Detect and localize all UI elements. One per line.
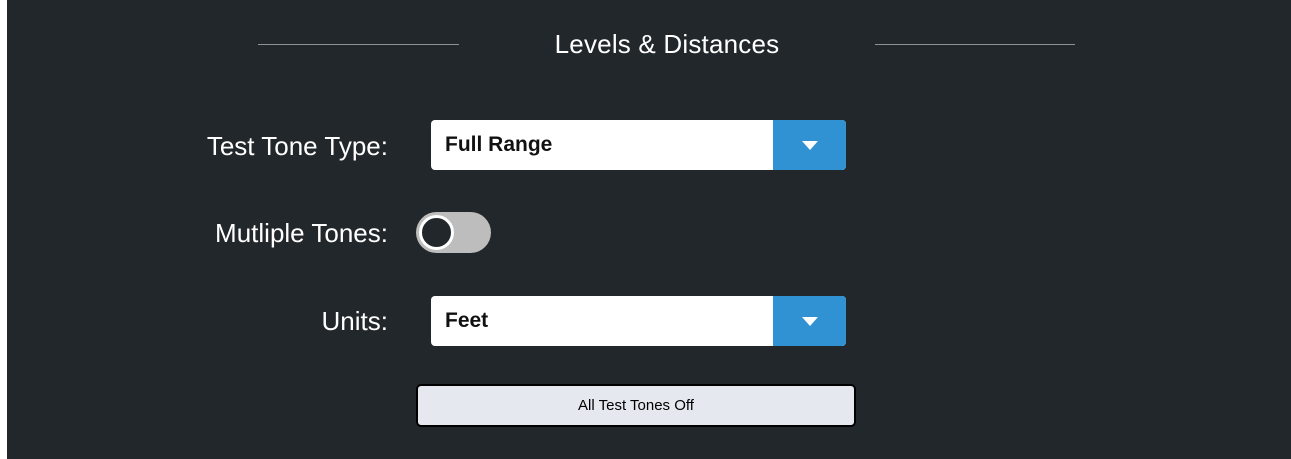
chevron-down-icon <box>802 317 818 326</box>
chevron-down-icon <box>802 141 818 150</box>
test-tone-type-label: Test Tone Type: <box>206 131 388 161</box>
toggle-knob <box>419 215 454 250</box>
panel-title: Levels & Distances <box>554 29 780 59</box>
multiple-tones-label: Mutliple Tones: <box>215 218 388 248</box>
test-tone-type-dropdown-button[interactable] <box>773 120 846 170</box>
units-dropdown-button[interactable] <box>773 296 846 346</box>
test-tone-type-select[interactable]: Full Range <box>431 120 846 170</box>
multiple-tones-toggle[interactable] <box>416 212 491 253</box>
units-label: Units: <box>321 306 388 336</box>
units-select[interactable]: Feet <box>431 296 846 346</box>
header-divider-right <box>875 44 1075 45</box>
all-test-tones-off-button[interactable]: All Test Tones Off <box>416 384 856 427</box>
levels-distances-panel: Levels & Distances Test Tone Type: Full … <box>7 0 1291 459</box>
units-value: Feet <box>445 309 489 332</box>
header-divider-left <box>258 44 459 45</box>
test-tone-type-value: Full Range <box>445 133 553 156</box>
